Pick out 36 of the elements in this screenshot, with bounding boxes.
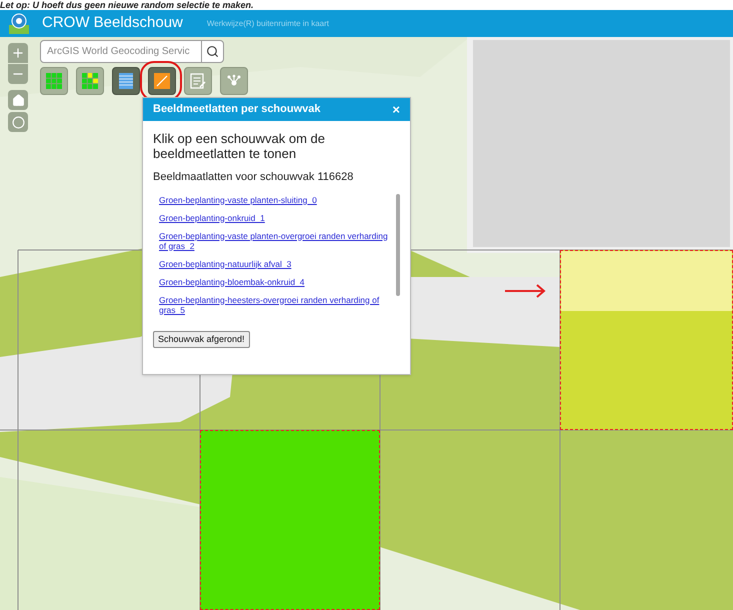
popup-intro: Klik op een schouwvak om de beeldmeetlatten te tonen — [153, 131, 326, 161]
scale-link[interactable]: Groen-beplanting-natuurlijk afval_3 — [159, 258, 394, 268]
finish-button[interactable]: Schouwvak afgerond! — [153, 330, 250, 348]
popup-heading: Beeldmaatlatten voor schouwvak 116628 — [153, 170, 354, 185]
document-edit-icon — [190, 73, 206, 89]
circle-icon — [12, 116, 24, 128]
popup-title: Beeldmeetlatten per schouwvak — [153, 102, 321, 118]
instruction-caption: Let op: U hoeft dus geen nieuwe random selectie te maken. — [0, 0, 254, 10]
grid-icon — [82, 73, 98, 89]
zoom-out-button[interactable] — [8, 64, 28, 84]
scrollbar[interactable] — [396, 194, 400, 296]
scale-link[interactable]: Groen-beplanting-heesters-overgroei randen verharding of gras_5 — [159, 294, 394, 314]
locate-button[interactable] — [8, 112, 28, 132]
toolbar-button[interactable] — [112, 67, 140, 95]
list-icon — [119, 73, 133, 89]
toolbar-button[interactable] — [184, 67, 212, 95]
network-icon — [227, 74, 241, 88]
toolbar-button[interactable] — [148, 67, 176, 95]
scale-link[interactable]: Groen-beplanting-onkruid_1 — [159, 212, 394, 222]
zoom-in-button[interactable] — [8, 43, 28, 63]
arrow-icon — [504, 284, 546, 298]
home-button[interactable] — [8, 90, 28, 110]
plus-icon — [11, 46, 25, 60]
scale-link[interactable]: Groen-beplanting-vaste planten-overgroei randen verharding of gras_2 — [159, 230, 394, 250]
scale-link[interactable]: Groen-beplanting-bloembak-onkruid_4 — [159, 276, 394, 286]
search-field[interactable]: ArcGIS World Geocoding Servic — [40, 40, 224, 63]
map-pin-logo-icon — [8, 12, 30, 34]
app-title: CROW Beeldschouw — [42, 13, 183, 34]
selected-map-cell[interactable] — [560, 250, 733, 430]
app-subtitle: Werkwijze(R) buitenruimte in kaart — [206, 18, 329, 30]
toolbar-button[interactable] — [220, 67, 248, 95]
home-icon — [12, 94, 24, 106]
scale-link[interactable]: Groen-beplanting-vaste planten-sluiting_0 — [159, 194, 394, 204]
map-cell[interactable] — [200, 430, 380, 610]
search-icon — [206, 45, 219, 58]
grid-icon — [46, 73, 62, 89]
